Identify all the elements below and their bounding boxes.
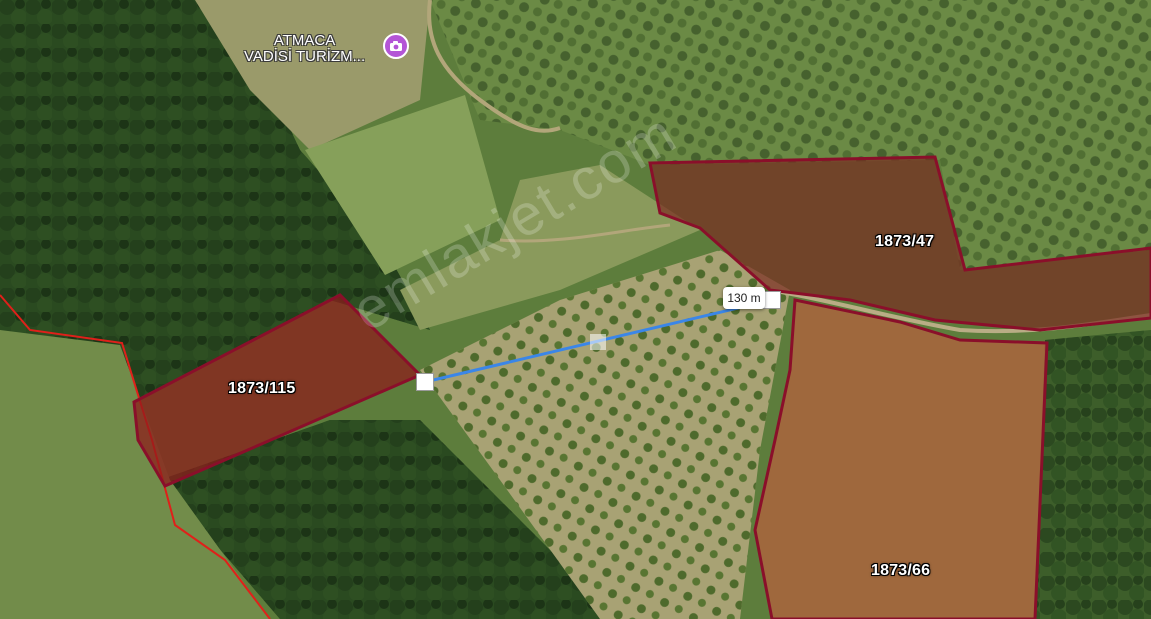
poi-name-line2: VADİSİ TURİZM... <box>244 48 366 65</box>
measure-midpoint-handle[interactable] <box>590 334 606 350</box>
parcel-label-1873-66: 1873/66 <box>871 562 931 579</box>
satellite-imagery <box>0 0 1151 619</box>
distance-label: 130 m <box>723 287 765 309</box>
poi-name-line1: ATMACA <box>273 32 336 49</box>
poi-label[interactable]: ATMACA VADİSİ TURİZM... <box>244 33 365 65</box>
measure-end-handle[interactable] <box>763 291 781 309</box>
map-view[interactable]: emlakjet.com ATMACA VADİSİ TURİZM... 187… <box>0 0 1151 619</box>
measure-start-handle[interactable] <box>416 373 434 391</box>
parcel-label-1873-47: 1873/47 <box>875 233 935 250</box>
camera-icon[interactable] <box>383 33 409 59</box>
parcel-label-1873-115: 1873/115 <box>228 380 296 397</box>
